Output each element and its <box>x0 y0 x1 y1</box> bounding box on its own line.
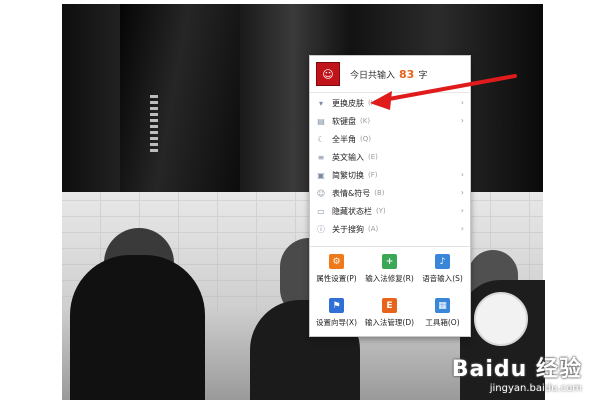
watermark-site: jingyan.baidu.com <box>489 383 582 394</box>
watermark-brand: Baidu 经验 <box>451 357 582 382</box>
watermark: Baidu 经验 jingyan.baidu.com <box>452 351 582 394</box>
screenshot-stage: ☺ 今日共输入 83 字 ▾ 更换皮肤 (H) › ▤ 软键盘 (K) › ☾ … <box>0 0 600 400</box>
bear-mascot-icon <box>474 292 528 346</box>
